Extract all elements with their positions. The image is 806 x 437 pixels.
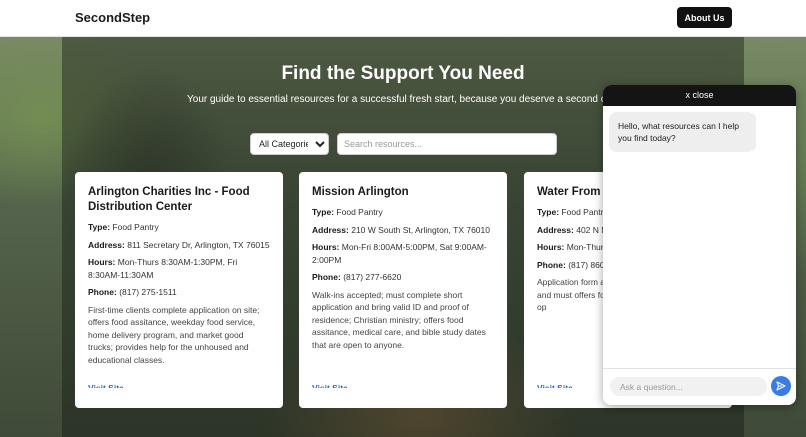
card-title: Mission Arlington (312, 186, 409, 198)
address-label: Address: (537, 224, 574, 235)
page-title: Find the Support You Need (281, 63, 525, 84)
hours-label: Hours: (88, 257, 116, 267)
phone-value: (817) 275-1511 (119, 287, 177, 297)
resource-card: Arlington Charities Inc - Food Distribut… (75, 172, 283, 406)
type-value: Food Pantry (112, 222, 159, 232)
hours-label: Hours: (537, 242, 565, 252)
card-hours: Hours: Mon-Fri 8:00AM-5:00PM, Sat 9:00AM… (312, 241, 494, 266)
address-value: 210 W South St, Arlington, TX 76010 (351, 224, 490, 235)
card-address: Address: 210 W South St, Arlington, TX 7… (312, 224, 494, 237)
type-value: Food Pantry (561, 207, 608, 217)
page-subtitle: Your guide to essential resources for a … (187, 94, 633, 105)
card-phone: Phone: (817) 277-6620 (312, 271, 494, 284)
type-label: Type: (537, 207, 560, 217)
card-type: Type: Food Pantry (88, 221, 270, 234)
card-description: Walk-ins accepted; must complete short a… (312, 289, 486, 350)
card-address: Address: 811 Secretary Dr, Arlington, TX… (88, 239, 270, 252)
resource-card-partial (75, 388, 283, 408)
about-us-button[interactable]: About Us (677, 7, 732, 28)
phone-value: (817) 860 (568, 259, 605, 270)
search-input[interactable] (337, 133, 557, 155)
type-value: Food Pantry (336, 207, 383, 217)
hours-value: Mon-Thurs (566, 242, 608, 252)
hours-label: Hours: (312, 242, 340, 252)
brand-logo[interactable]: SecondStep (75, 10, 150, 25)
category-select[interactable]: All Categories (250, 133, 329, 155)
card-type: Type: Food Pantry (312, 206, 494, 219)
chat-close-button[interactable]: x close (603, 85, 796, 106)
hours-value: Mon-Fri 8:00AM-5:00PM, Sat 9:00AM- 2:00P… (312, 242, 487, 265)
chat-bot-message: Hello, what resources can I help you fin… (609, 112, 756, 152)
address-value: 811 Secretary Dr, Arlington, TX 76015 (127, 239, 270, 250)
chat-divider (603, 368, 796, 369)
chat-input[interactable] (610, 377, 767, 396)
phone-label: Phone: (88, 287, 117, 297)
phone-value: (817) 277-6620 (343, 272, 402, 282)
address-label: Address: (88, 239, 125, 250)
send-button[interactable] (771, 376, 791, 396)
card-hours: Hours: Mon-Thurs 8:30AM-1:30PM, Fri 8:30… (88, 256, 270, 281)
chat-widget: x close Hello, what resources can I help… (603, 85, 796, 405)
card-title: Arlington Charities Inc - Food Distribut… (88, 186, 250, 213)
type-label: Type: (312, 207, 335, 217)
phone-label: Phone: (312, 272, 341, 282)
resource-card: Mission Arlington Type: Food Pantry Addr… (299, 172, 507, 406)
phone-label: Phone: (537, 259, 566, 270)
card-phone: Phone: (817) 275-1511 (88, 286, 270, 299)
card-description: First-time clients complete application … (88, 304, 260, 365)
address-label: Address: (312, 224, 349, 235)
type-label: Type: (88, 222, 111, 232)
send-icon (776, 379, 786, 394)
resource-card-partial (299, 388, 507, 408)
navbar: SecondStep About Us (0, 0, 806, 37)
